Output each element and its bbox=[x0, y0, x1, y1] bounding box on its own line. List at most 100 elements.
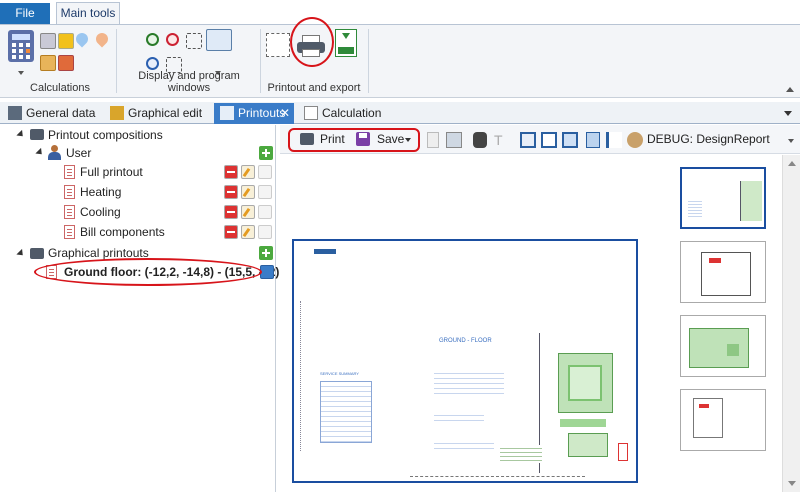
tree-node-printout-compositions[interactable]: Printout compositions bbox=[48, 126, 163, 144]
edit-button[interactable] bbox=[241, 205, 255, 219]
add-graphical-printout-button[interactable] bbox=[259, 246, 273, 260]
copy-button[interactable] bbox=[258, 205, 272, 219]
thumbnail-page-4[interactable] bbox=[680, 389, 766, 451]
copy-button[interactable] bbox=[258, 185, 272, 199]
printer-icon bbox=[30, 248, 44, 259]
print-save-highlight-rect bbox=[288, 128, 420, 152]
edit-button[interactable] bbox=[241, 185, 255, 199]
page-layout-icon[interactable] bbox=[266, 33, 290, 57]
single-page-icon[interactable] bbox=[520, 132, 536, 148]
view-mode-icon[interactable] bbox=[446, 132, 462, 148]
document-icon bbox=[64, 205, 75, 219]
tree-node-cooling[interactable]: Cooling bbox=[80, 203, 121, 221]
tree-node-heating[interactable]: Heating bbox=[80, 183, 121, 201]
ribbon-tab-strip: File Main tools bbox=[0, 0, 800, 25]
collapse-ribbon-icon[interactable] bbox=[786, 87, 794, 92]
dropdown-arrow-icon[interactable] bbox=[18, 71, 24, 75]
tab-general-data[interactable]: General data bbox=[2, 103, 98, 124]
page-preview-area: GROUND - FLOOR SERVICE SUMMARY bbox=[280, 155, 660, 492]
tree-node-bill-components[interactable]: Bill components bbox=[80, 223, 165, 241]
main-tools-tab[interactable]: Main tools bbox=[56, 2, 120, 25]
debug-design-report-button[interactable]: DEBUG: DesignReport bbox=[647, 132, 770, 146]
tab-label: General data bbox=[26, 106, 96, 120]
scroll-up-icon[interactable] bbox=[788, 161, 796, 166]
fit-width-icon[interactable] bbox=[562, 132, 578, 148]
toolbar-overflow-icon[interactable] bbox=[788, 139, 794, 143]
tab-menu-arrow-icon[interactable] bbox=[784, 111, 792, 116]
binoculars-icon[interactable] bbox=[473, 132, 487, 148]
pan-icon[interactable] bbox=[146, 57, 159, 70]
copy-button[interactable] bbox=[258, 165, 272, 179]
tab-printouts[interactable]: Printouts ✕ bbox=[214, 103, 294, 124]
copy-button[interactable] bbox=[258, 225, 272, 239]
clipboard-icon[interactable] bbox=[427, 132, 439, 148]
thumbnail-page-2[interactable] bbox=[680, 241, 766, 303]
group-separator bbox=[368, 29, 369, 93]
file-tab[interactable]: File bbox=[0, 3, 50, 24]
document-icon bbox=[64, 185, 75, 199]
thumbnail-view-icon[interactable] bbox=[586, 132, 600, 148]
debug-icon[interactable] bbox=[627, 132, 643, 148]
water-drop-blue-icon[interactable] bbox=[73, 30, 91, 48]
graphical-edit-icon bbox=[110, 106, 124, 120]
expand-arrow-icon[interactable] bbox=[16, 129, 26, 140]
general-data-icon bbox=[8, 106, 22, 120]
dwg-export-icon[interactable] bbox=[335, 29, 357, 57]
floor-plan-drawing bbox=[500, 333, 636, 473]
edit-button[interactable] bbox=[241, 225, 255, 239]
document-icon bbox=[64, 225, 75, 239]
remove-button[interactable] bbox=[224, 165, 238, 179]
zoom-out-icon[interactable] bbox=[166, 33, 179, 46]
add-user-printout-button[interactable] bbox=[259, 146, 273, 160]
zoom-window-icon[interactable] bbox=[186, 33, 202, 49]
dimension-line bbox=[410, 476, 585, 477]
tree-node-full-printout[interactable]: Full printout bbox=[80, 163, 143, 181]
thumbnail-page-3[interactable] bbox=[680, 315, 766, 377]
water-drop-orange-icon[interactable] bbox=[93, 30, 111, 48]
calculator-icon[interactable] bbox=[8, 30, 34, 62]
list-view-icon[interactable] bbox=[606, 132, 622, 148]
tab-calculation-results[interactable]: Calculation results bbox=[298, 103, 408, 141]
annotation-block bbox=[434, 439, 494, 449]
expand-arrow-icon[interactable] bbox=[35, 147, 45, 158]
scroll-down-icon[interactable] bbox=[788, 481, 796, 486]
thumbnail-page-1[interactable] bbox=[680, 167, 766, 229]
annotation-block bbox=[434, 369, 504, 395]
vertical-scrollbar[interactable] bbox=[782, 155, 800, 492]
export-icon[interactable] bbox=[58, 55, 74, 71]
printer-highlight-circle bbox=[290, 17, 334, 67]
printout-group-label: Printout and export bbox=[267, 82, 361, 94]
document-tab-strip: General data Graphical edit 1 Printouts … bbox=[0, 102, 800, 141]
heating-icon[interactable] bbox=[58, 33, 74, 49]
margin-text bbox=[300, 301, 303, 451]
printer-icon bbox=[30, 129, 44, 140]
tab-graphical-edit[interactable]: Graphical edit 1 bbox=[104, 103, 208, 141]
summary-table bbox=[320, 381, 372, 443]
group-separator bbox=[260, 29, 261, 93]
company-logo bbox=[314, 249, 336, 254]
close-tab-icon[interactable]: ✕ bbox=[280, 103, 290, 124]
remove-button[interactable] bbox=[224, 185, 238, 199]
viewer-toolbar: Print Save T DEBUG: DesignReport bbox=[280, 125, 800, 154]
printer-tab-icon bbox=[220, 106, 234, 120]
display-group-label: Display and program windows bbox=[138, 70, 240, 94]
zoom-in-icon[interactable] bbox=[146, 33, 159, 46]
summary-title: SERVICE SUMMARY bbox=[320, 371, 359, 376]
edit-button[interactable] bbox=[241, 165, 255, 179]
printout-tree: Printout compositions User Full printout… bbox=[0, 125, 279, 492]
ground-floor-highlight-ellipse bbox=[34, 258, 262, 286]
floor-title: GROUND - FLOOR bbox=[439, 338, 492, 344]
group-separator bbox=[116, 29, 117, 93]
page-preview[interactable]: GROUND - FLOOR SERVICE SUMMARY bbox=[292, 239, 638, 483]
report-icon[interactable] bbox=[40, 55, 56, 71]
remove-button[interactable] bbox=[224, 205, 238, 219]
building-icon[interactable] bbox=[40, 33, 56, 49]
expand-arrow-icon[interactable] bbox=[16, 248, 26, 259]
remove-button[interactable] bbox=[224, 225, 238, 239]
text-tool-icon[interactable]: T bbox=[494, 132, 510, 148]
windows-icon[interactable] bbox=[206, 29, 232, 51]
page-icon[interactable] bbox=[541, 132, 557, 148]
open-printout-button[interactable] bbox=[260, 265, 274, 279]
tree-node-user[interactable]: User bbox=[66, 144, 91, 162]
document-icon bbox=[64, 165, 75, 179]
